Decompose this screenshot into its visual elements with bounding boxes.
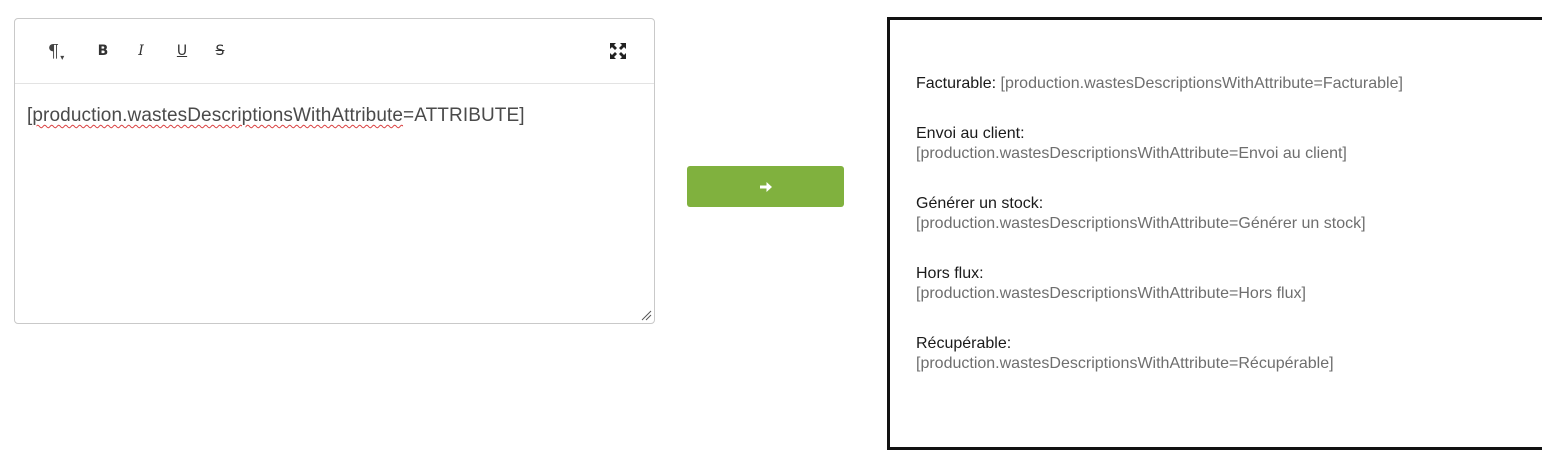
editor-text-misspelled: production.wastesDescriptionsWithAttribu… <box>32 105 404 126</box>
strikethrough-button[interactable]: S <box>212 39 228 63</box>
underline-button[interactable]: U <box>174 39 190 63</box>
preview-item-label: Envoi au client: <box>916 125 1025 142</box>
preview-item-value: [production.wastesDescriptionsWithAttrib… <box>1000 75 1403 92</box>
preview-item-value: [production.wastesDescriptionsWithAttrib… <box>916 285 1306 302</box>
preview-item-hors-flux: Hors flux: [production.wastesDescription… <box>916 264 1306 304</box>
preview-item-label: Facturable: <box>916 75 997 92</box>
italic-button[interactable]: I <box>133 39 149 63</box>
chevron-down-icon: ▾ <box>60 52 65 62</box>
fullscreen-button[interactable] <box>607 39 629 63</box>
paragraph-icon: ¶ <box>47 40 60 62</box>
preview-item-recuperable: Récupérable: [production.wastesDescripti… <box>916 334 1334 374</box>
fullscreen-icon <box>610 43 626 59</box>
preview-item-value: [production.wastesDescriptionsWithAttrib… <box>916 215 1366 232</box>
preview-item-value: [production.wastesDescriptionsWithAttrib… <box>916 355 1334 372</box>
preview-item-facturable: Facturable: [production.wastesDescriptio… <box>916 74 1403 94</box>
resize-handle-icon[interactable] <box>640 309 652 321</box>
paragraph-format-button[interactable]: ¶ ▾ <box>41 39 71 63</box>
preview-item-label: Hors flux: <box>916 265 984 282</box>
convert-button[interactable] <box>687 166 844 207</box>
bold-button[interactable]: B <box>95 39 111 63</box>
preview-panel: Facturable: [production.wastesDescriptio… <box>887 17 1542 450</box>
preview-item-generer: Générer un stock: [production.wastesDesc… <box>916 194 1366 234</box>
preview-item-label: Générer un stock: <box>916 195 1044 212</box>
arrow-right-icon <box>759 181 772 192</box>
preview-item-value: [production.wastesDescriptionsWithAttrib… <box>916 145 1347 162</box>
rich-text-editor: ¶ ▾ B I U S [production.wastesDescription… <box>14 18 655 324</box>
preview-item-label: Récupérable: <box>916 335 1012 352</box>
preview-item-envoi: Envoi au client: [production.wastesDescr… <box>916 124 1347 164</box>
editor-toolbar: ¶ ▾ B I U S <box>15 19 654 84</box>
editor-text-rest: =ATTRIBUTE] <box>403 105 525 126</box>
editor-content-area[interactable]: [production.wastesDescriptionsWithAttrib… <box>27 105 642 127</box>
